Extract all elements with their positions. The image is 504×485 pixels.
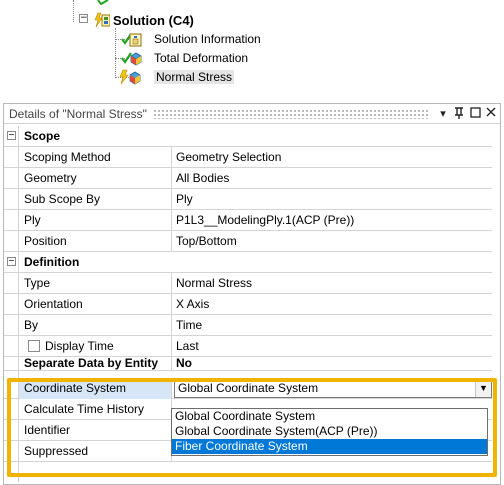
row-orientation[interactable]: Orientation X Axis xyxy=(4,294,492,315)
tree-node-label: Solution Information xyxy=(154,32,261,46)
option-global-coordinate-system-acp[interactable]: Global Coordinate System(ACP (Pre)) xyxy=(172,424,487,439)
row-type[interactable]: Type Normal Stress xyxy=(4,273,492,294)
coordinate-system-options: Global Coordinate System Global Coordina… xyxy=(171,408,488,456)
maximize-icon[interactable] xyxy=(468,106,482,121)
property-value[interactable]: Ply xyxy=(172,189,492,210)
titlebar-grip[interactable] xyxy=(152,108,430,119)
row-by[interactable]: By Time xyxy=(4,315,492,336)
property-label: Suppressed xyxy=(19,441,172,462)
property-value[interactable]: All Bodies xyxy=(172,168,492,189)
section-definition[interactable]: − Definition xyxy=(4,252,492,273)
property-value[interactable]: Last xyxy=(172,336,492,357)
tree-connector xyxy=(73,0,74,22)
section-label: Scope xyxy=(24,129,61,143)
property-label: Position xyxy=(19,231,172,252)
tree-node-solution-information[interactable]: Solution Information xyxy=(121,30,261,48)
property-label: Orientation xyxy=(19,294,172,315)
property-label: Scoping Method xyxy=(19,147,172,168)
check-icon xyxy=(97,0,109,6)
row-position[interactable]: Position Top/Bottom xyxy=(4,231,492,252)
row-display-time[interactable]: Display Time Last xyxy=(4,336,492,357)
solution-icon xyxy=(94,12,111,28)
property-value[interactable]: Time xyxy=(172,315,492,336)
row-sub-scope-by[interactable]: Sub Scope By Ply xyxy=(4,189,492,210)
property-label: Sub Scope By xyxy=(19,189,172,210)
coordinate-system-select[interactable]: Global Coordinate System ▼ xyxy=(174,379,492,398)
property-value[interactable]: Geometry Selection xyxy=(172,147,492,168)
tree-node-normal-stress[interactable]: Normal Stress xyxy=(119,68,235,86)
property-label: Identifier xyxy=(19,420,172,441)
dropdown-menu-icon[interactable]: ▾ xyxy=(436,107,450,121)
property-value[interactable]: Top/Bottom xyxy=(172,231,492,252)
collapse-solution-expander[interactable]: − xyxy=(79,14,88,23)
property-value[interactable]: No xyxy=(172,357,492,370)
tree-node-label: Solution (C4) xyxy=(113,12,194,28)
property-label: Separate Data by Entity xyxy=(19,357,172,370)
pin-icon[interactable] xyxy=(452,106,466,121)
property-value[interactable]: P1L3__ModelingPly.1(ACP (Pre)) xyxy=(172,210,492,231)
row-coordinate-system[interactable]: Coordinate System Global Coordinate Syst… xyxy=(4,378,492,399)
close-icon[interactable] xyxy=(484,107,498,121)
details-titlebar: Details of "Normal Stress" ▾ xyxy=(4,104,500,124)
details-title: Details of "Normal Stress" xyxy=(9,106,147,121)
property-label: By xyxy=(19,315,172,336)
tree-connector xyxy=(115,28,116,78)
section-label: Definition xyxy=(24,255,80,269)
property-label: Coordinate System xyxy=(19,378,172,399)
property-label: Calculate Time History xyxy=(19,399,172,420)
tree-node-label: Normal Stress xyxy=(154,70,235,84)
total-deformation-icon xyxy=(121,50,145,66)
chevron-down-icon[interactable]: ▼ xyxy=(475,380,491,397)
display-time-checkbox[interactable] xyxy=(28,340,40,352)
display-time-label: Display Time xyxy=(45,339,114,353)
normal-stress-icon xyxy=(119,69,145,85)
row-geometry[interactable]: Geometry All Bodies xyxy=(4,168,492,189)
tree-node-label: Total Deformation xyxy=(154,51,249,65)
row-ply[interactable]: Ply P1L3__ModelingPly.1(ACP (Pre)) xyxy=(4,210,492,231)
tree-node-total-deformation[interactable]: Total Deformation xyxy=(121,49,249,67)
outline-tree: − Solution (C4) Solution Information Tot… xyxy=(0,0,504,100)
option-global-coordinate-system[interactable]: Global Coordinate System xyxy=(172,409,487,424)
row-separate-data-by-entity[interactable]: Separate Data by Entity No xyxy=(4,357,492,371)
combo-value: Global Coordinate System xyxy=(178,381,319,395)
property-value[interactable]: Normal Stress xyxy=(172,273,492,294)
tree-node-solution[interactable]: Solution (C4) xyxy=(94,11,194,29)
section-scope[interactable]: − Scope xyxy=(4,126,492,147)
collapse-scope-expander[interactable]: − xyxy=(7,131,16,141)
option-fiber-coordinate-system[interactable]: Fiber Coordinate System xyxy=(172,439,487,454)
solution-information-icon xyxy=(121,31,145,47)
row-scoping-method[interactable]: Scoping Method Geometry Selection xyxy=(4,147,492,168)
property-value[interactable]: X Axis xyxy=(172,294,492,315)
property-label: Type xyxy=(19,273,172,294)
collapse-definition-expander[interactable]: − xyxy=(7,257,16,267)
property-label: Geometry xyxy=(19,168,172,189)
property-label: Ply xyxy=(19,210,172,231)
property-label: Display Time xyxy=(19,336,172,357)
